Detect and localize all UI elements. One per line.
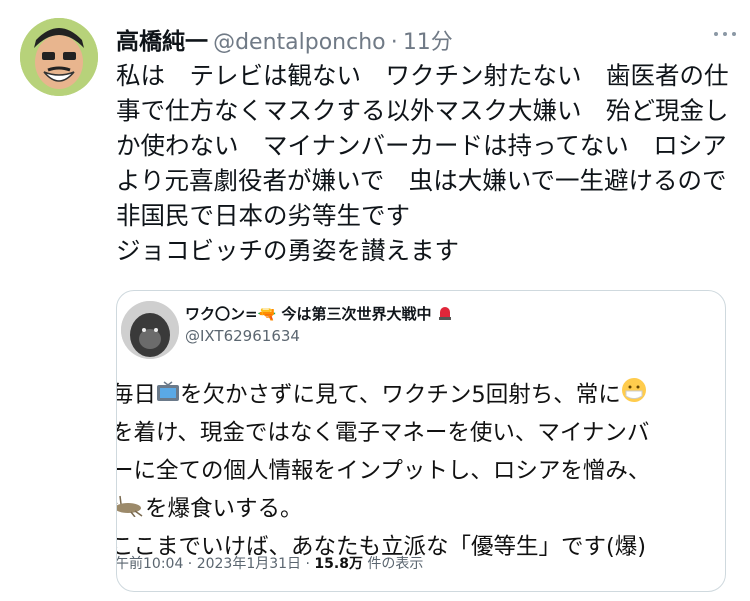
quoted-line-1-start: 毎日: [117, 382, 157, 408]
quoted-author-name: ワク〇ン=🔫 今は第三次世界大戦中: [185, 303, 453, 325]
tweet-header: 高橋純一 @dentalponcho · 11分: [116, 22, 736, 56]
quoted-datetime: 午前10:04 · 2023年1月31日 ·: [116, 556, 315, 572]
author-avatar[interactable]: [20, 18, 98, 96]
quoted-line-4: を爆食いする。: [117, 490, 725, 529]
more-options-icon[interactable]: [708, 26, 742, 42]
quoted-author-name-text: ワク〇ン=🔫 今は第三次世界大戦中: [185, 305, 432, 323]
quoted-author-handle: @IXT62961634: [185, 327, 300, 345]
quoted-line-3: ーに全ての個人情報をインプットし、ロシアを憎み、: [116, 458, 651, 484]
mask-face-emoji-icon: [621, 377, 647, 415]
quoted-tweet-image[interactable]: ワク〇ン=🔫 今は第三次世界大戦中 @IXT62961634 毎日を欠かさずに見…: [116, 290, 726, 592]
quoted-line-1-end: を欠かさずに見て、ワクチン5回射ち、常に: [180, 382, 621, 408]
quoted-tweet-text: 毎日を欠かさずに見て、ワクチン5回射ち、常に を着け、現金ではなく電子マネーを使…: [116, 376, 725, 566]
quoted-line-2: を着け、現金ではなく電子マネーを使い、マイナンバ: [116, 420, 650, 446]
dentist-face-icon: [20, 18, 98, 96]
gorilla-icon: [121, 301, 179, 359]
tv-emoji-icon: [156, 377, 180, 415]
red-alarm-light-emoji-icon: [437, 305, 453, 325]
separator-dot: ·: [390, 30, 398, 55]
quoted-tweet-meta: 午前10:04 · 2023年1月31日 · 15.8万 件の表示: [116, 553, 424, 573]
quoted-line-4-text: を爆食いする。: [145, 496, 303, 522]
tweet-text: 私は テレビは観ない ワクチン射たない 歯医者の仕事で仕方なくマスクする以外マス…: [116, 61, 729, 265]
quoted-author-avatar: [121, 301, 179, 359]
quoted-views-count: 15.8万: [314, 556, 363, 572]
tweet-time[interactable]: 11分: [403, 30, 453, 55]
cricket-emoji-icon: [117, 491, 145, 529]
quoted-line-1: 毎日を欠かさずに見て、ワクチン5回射ち、常に: [117, 376, 725, 415]
quoted-views-label: 件の表示: [362, 556, 424, 572]
author-name[interactable]: 高橋純一: [116, 29, 208, 55]
author-handle[interactable]: @dentalponcho: [213, 30, 386, 55]
